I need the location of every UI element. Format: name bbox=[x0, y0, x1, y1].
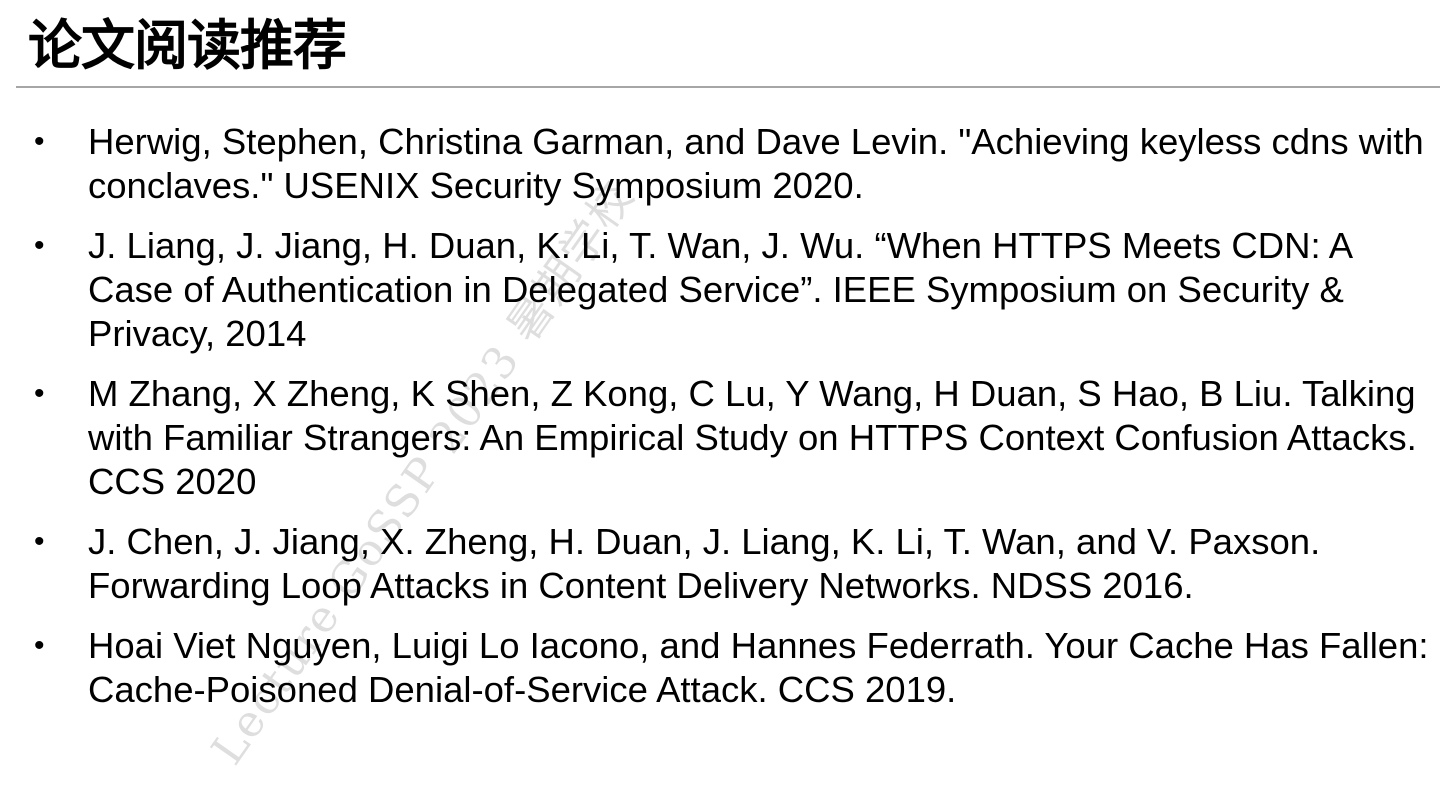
reference-list: • Herwig, Stephen, Christina Garman, and… bbox=[0, 120, 1451, 728]
title-divider bbox=[16, 86, 1440, 88]
bullet-icon: • bbox=[34, 525, 45, 558]
bullet-icon: • bbox=[34, 629, 45, 662]
page-title: 论文阅读推荐 bbox=[28, 14, 347, 77]
reference-item: • J. Liang, J. Jiang, H. Duan, K. Li, T.… bbox=[0, 224, 1451, 356]
reference-text: M Zhang, X Zheng, K Shen, Z Kong, C Lu, … bbox=[88, 373, 1417, 502]
reference-text: J. Liang, J. Jiang, H. Duan, K. Li, T. W… bbox=[88, 225, 1352, 354]
reference-text: Herwig, Stephen, Christina Garman, and D… bbox=[88, 121, 1424, 206]
reference-text: Hoai Viet Nguyen, Luigi Lo Iacono, and H… bbox=[88, 625, 1429, 710]
reference-item: • J. Chen, J. Jiang, X. Zheng, H. Duan, … bbox=[0, 520, 1451, 608]
reference-item: • Hoai Viet Nguyen, Luigi Lo Iacono, and… bbox=[0, 624, 1451, 712]
reference-item: • M Zhang, X Zheng, K Shen, Z Kong, C Lu… bbox=[0, 372, 1451, 504]
bullet-icon: • bbox=[34, 229, 45, 262]
reference-item: • Herwig, Stephen, Christina Garman, and… bbox=[0, 120, 1451, 208]
reference-text: J. Chen, J. Jiang, X. Zheng, H. Duan, J.… bbox=[88, 521, 1321, 606]
bullet-icon: • bbox=[34, 125, 45, 158]
bullet-icon: • bbox=[34, 377, 45, 410]
